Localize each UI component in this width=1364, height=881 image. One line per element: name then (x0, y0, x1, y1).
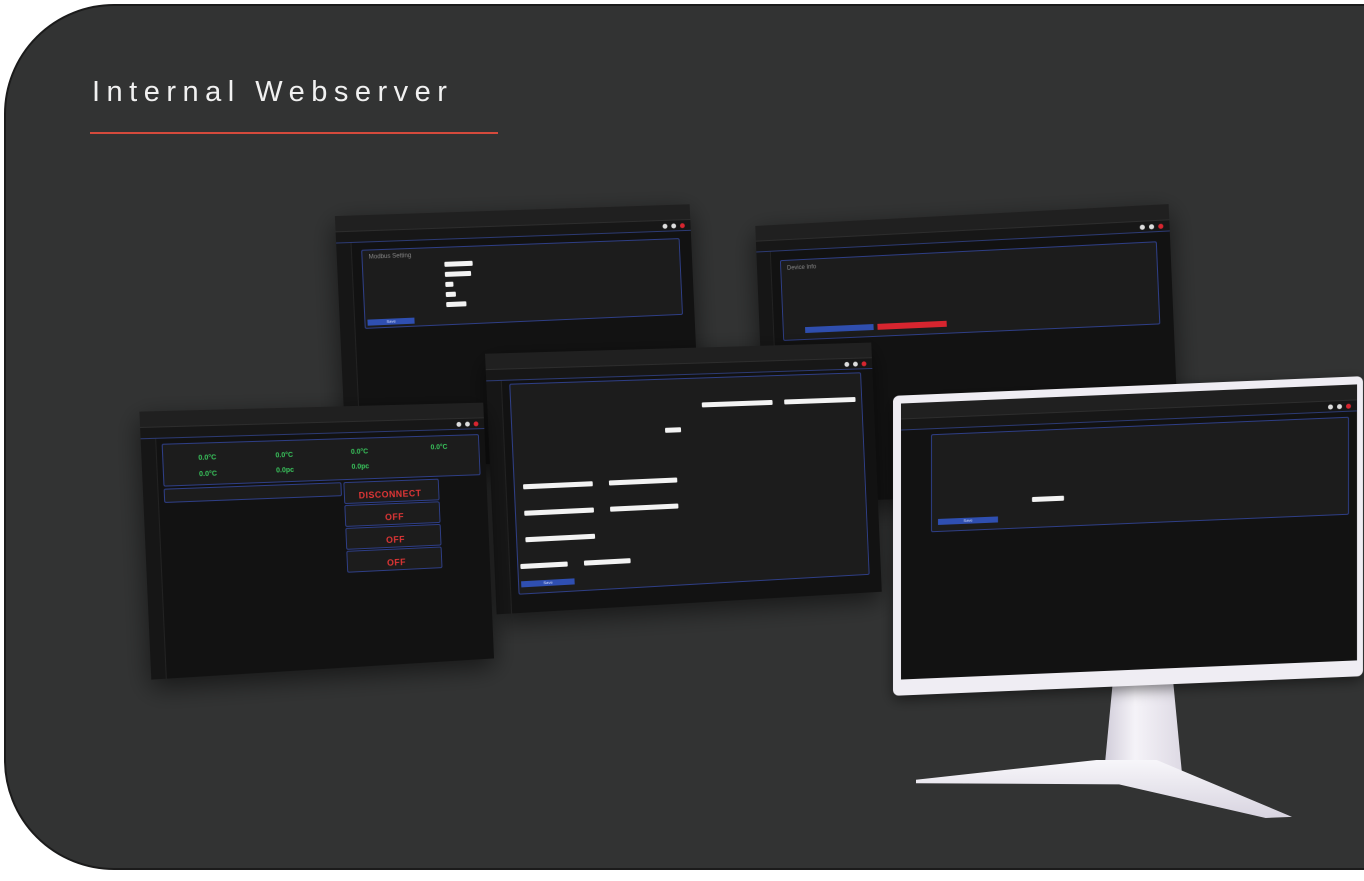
input-field[interactable] (524, 507, 594, 515)
notification-icon (844, 361, 849, 366)
flow-value: 0.0pc (276, 467, 294, 475)
temperature-value: 0.0°C (198, 454, 216, 462)
power-icon (474, 421, 479, 426)
input-field[interactable] (444, 261, 472, 267)
device-info-card: Device Info (780, 241, 1160, 341)
notification-icon (1140, 224, 1145, 229)
output-status: OFF (385, 512, 404, 523)
save-button[interactable]: Save (521, 578, 575, 587)
user-icon (465, 421, 470, 426)
modbus-setting-card: Modbus Setting Save (361, 238, 683, 329)
input-field[interactable] (520, 561, 567, 569)
temperature-value: 0.0°C (351, 448, 369, 456)
user-icon (671, 223, 676, 228)
power-icon (680, 223, 685, 228)
monitor: Save (893, 376, 1363, 696)
input-field[interactable] (610, 503, 678, 511)
notification-icon (456, 421, 461, 426)
temperature-value: 0.0°C (430, 444, 447, 451)
card-title: Device Info (787, 264, 816, 271)
temperature-value: 0.0°C (199, 471, 217, 479)
input-field[interactable] (523, 481, 593, 489)
connection-status-card: DISCONNECT (343, 479, 439, 504)
output-status-card: OFF (344, 501, 440, 527)
save-button[interactable]: Save (938, 516, 998, 525)
power-icon (1346, 403, 1351, 408)
input-field[interactable] (702, 400, 773, 407)
output-status-card: OFF (346, 546, 442, 572)
notification-icon (662, 223, 667, 228)
network-settings-card: Save (509, 372, 869, 594)
power-icon (1158, 223, 1163, 228)
connection-status: DISCONNECT (358, 488, 421, 500)
output-status: OFF (386, 534, 405, 545)
title-underline (90, 132, 498, 134)
input-field[interactable] (784, 397, 855, 404)
output-status: OFF (387, 557, 406, 568)
input-field[interactable] (445, 282, 453, 287)
input-field[interactable] (584, 558, 631, 566)
settings-card: Save (931, 417, 1349, 533)
notification-icon (1328, 404, 1333, 409)
user-icon (1149, 224, 1154, 229)
save-button[interactable]: Save (367, 318, 414, 326)
input-field[interactable] (525, 534, 595, 543)
reset-button[interactable] (877, 321, 946, 330)
user-icon (853, 361, 858, 366)
output-status-card: OFF (345, 524, 441, 550)
input-field[interactable] (665, 427, 681, 433)
monitor-screen: Save (901, 384, 1357, 679)
input-field[interactable] (445, 271, 471, 277)
action-button[interactable] (805, 324, 874, 333)
input-field[interactable] (609, 477, 677, 485)
input-field[interactable] (446, 301, 466, 307)
user-icon (1337, 404, 1342, 409)
input-field[interactable] (446, 292, 456, 297)
power-icon (862, 361, 867, 366)
card-title: Modbus Setting (369, 253, 412, 261)
dashboard-screen: 0.0°C 0.0°C 0.0°C 0.0°C 0.0°C 0.0pc 0.0p… (139, 403, 494, 680)
input-field[interactable] (1032, 496, 1064, 502)
flow-value: 0.0pc (351, 463, 369, 471)
page-title: Internal Webserver (92, 76, 453, 109)
network-settings-screen: Save (485, 343, 882, 615)
temperature-value: 0.0°C (275, 452, 293, 460)
